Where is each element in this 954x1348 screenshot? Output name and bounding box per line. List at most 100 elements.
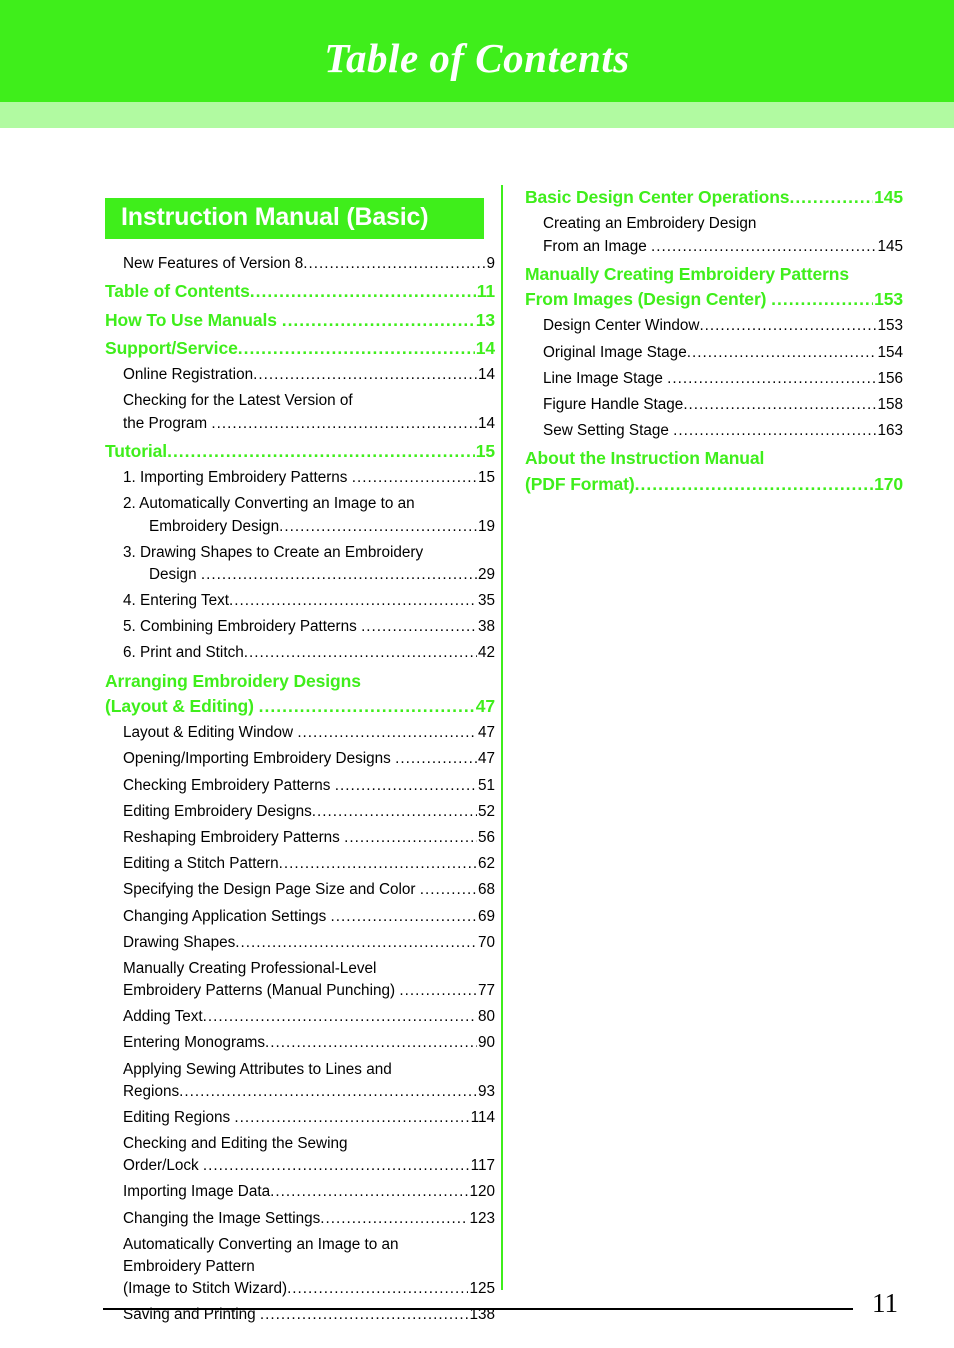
toc-page-number: 11 bbox=[476, 281, 495, 302]
toc-entry[interactable]: Basic Design Center Operations 145 bbox=[525, 185, 903, 210]
toc-page-number: 14 bbox=[475, 337, 495, 358]
toc-entry[interactable]: Design Center Window 153 bbox=[525, 315, 903, 337]
toc-entry-text: Checking and Editing the Sewing bbox=[123, 1135, 348, 1153]
toc-entry-row: Regions 93 bbox=[123, 1081, 495, 1103]
toc-entry[interactable]: Automatically Converting an Image to an E… bbox=[105, 1234, 495, 1301]
toc-entry[interactable]: 4. Entering Text 35 bbox=[105, 590, 495, 612]
toc-column-right: Basic Design Center Operations145 Creatin… bbox=[525, 185, 903, 500]
toc-entry[interactable]: Checking for the Latest Version of the Pr… bbox=[105, 390, 495, 434]
toc-entry[interactable]: Online Registration 14 bbox=[105, 364, 495, 386]
toc-entry[interactable]: Reshaping Embroidery Patterns 56 bbox=[105, 827, 495, 849]
toc-entry-row: Checking Embroidery Patterns 51 bbox=[123, 775, 495, 797]
toc-entry[interactable]: Entering Monograms 90 bbox=[105, 1032, 495, 1054]
toc-entry[interactable]: Sew Setting Stage 163 bbox=[525, 420, 903, 442]
toc-entry-text: Adding Text bbox=[123, 1008, 203, 1026]
dot-leader bbox=[320, 1208, 468, 1230]
toc-entry-text: Embroidery Pattern bbox=[123, 1257, 255, 1275]
dot-leader bbox=[203, 1006, 477, 1028]
toc-page-number: 93 bbox=[477, 1082, 495, 1100]
toc-page-number: 19 bbox=[477, 517, 495, 535]
toc-entry[interactable]: 1. Importing Embroidery Patterns 15 bbox=[105, 467, 495, 489]
toc-entry[interactable]: 2. Automatically Converting an Image to … bbox=[105, 493, 495, 537]
toc-page-number: 69 bbox=[477, 907, 495, 925]
toc-entry-text: Regions bbox=[123, 1082, 180, 1100]
toc-entry-text: Creating an Embroidery Design bbox=[543, 215, 757, 233]
toc-page-number: 117 bbox=[470, 1157, 495, 1175]
toc-entry[interactable]: Applying Sewing Attributes to Lines and R… bbox=[105, 1059, 495, 1103]
toc-entry[interactable]: Figure Handle Stage 158 bbox=[525, 394, 903, 416]
toc-entry[interactable]: 5. Combining Embroidery Patterns 38 bbox=[105, 616, 495, 638]
toc-entry-row: Reshaping Embroidery Patterns 56 bbox=[123, 827, 495, 849]
dot-leader bbox=[279, 516, 477, 538]
toc-entry-row: Original Image Stage 154 bbox=[543, 342, 903, 364]
page-title: Table of Contents bbox=[324, 35, 630, 81]
toc-entry[interactable]: Drawing Shapes 70 bbox=[105, 932, 495, 954]
toc-entry[interactable]: Editing Embroidery Designs 52 bbox=[105, 801, 495, 823]
toc-entry-text: (PDF Format) bbox=[525, 473, 635, 494]
toc-entry-text: Embroidery Design bbox=[149, 517, 280, 535]
toc-entry-row: the Program 14 bbox=[123, 413, 495, 435]
toc-entry-text: Sew Setting Stage bbox=[543, 422, 674, 440]
toc-entry[interactable]: Layout & Editing Window 47 bbox=[105, 722, 495, 744]
toc-entry[interactable]: New Features of Version 8 9 bbox=[105, 253, 495, 275]
toc-page-number: 153 bbox=[877, 317, 903, 335]
toc-entry[interactable]: Importing Image Data 120 bbox=[105, 1181, 495, 1203]
toc-entry[interactable]: Line Image Stage 156 bbox=[525, 368, 903, 390]
dot-leader bbox=[651, 236, 877, 258]
toc-entry[interactable]: Arranging Embroidery Designs (Layout & Ed… bbox=[105, 669, 495, 720]
toc-entry[interactable]: Original Image Stage 154 bbox=[525, 342, 903, 364]
toc-entry[interactable]: Checking and Editing the Sewing Order/Loc… bbox=[105, 1133, 495, 1177]
dot-leader bbox=[312, 801, 477, 823]
toc-entry[interactable]: Editing a Stitch Pattern 62 bbox=[105, 853, 495, 875]
toc-entry-row: How To Use Manuals 13 bbox=[105, 308, 495, 333]
toc-page-number: 170 bbox=[874, 473, 903, 494]
toc-entry-row: 5. Combining Embroidery Patterns 38 bbox=[123, 616, 495, 638]
toc-entry[interactable]: Specifying the Design Page Size and Colo… bbox=[105, 879, 495, 901]
toc-column-left: Instruction Manual (Basic) New Features … bbox=[105, 185, 495, 1330]
toc-entry-row: Editing a Stitch Pattern 62 bbox=[123, 853, 495, 875]
toc-entry-text: Arranging Embroidery Designs bbox=[105, 670, 361, 691]
toc-entry[interactable]: Changing the Image Settings 123 bbox=[105, 1208, 495, 1230]
toc-entry[interactable]: How To Use Manuals 13 bbox=[105, 308, 495, 333]
toc-entry-text: Changing the Image Settings bbox=[123, 1209, 321, 1227]
toc-entry-row: 6. Print and Stitch 42 bbox=[123, 642, 495, 664]
toc-entry-list-left: New Features of Version 8 9 Table of Conte… bbox=[105, 253, 495, 1326]
toc-page-number: 15 bbox=[475, 440, 495, 461]
toc-entry[interactable]: About the Instruction Manual (PDF Format)… bbox=[525, 446, 903, 497]
toc-entry-text: 2. Automatically Converting an Image to … bbox=[123, 495, 415, 513]
toc-entry[interactable]: Adding Text 80 bbox=[105, 1006, 495, 1028]
dot-leader bbox=[179, 1081, 477, 1103]
toc-entry[interactable]: Editing Regions 114 bbox=[105, 1107, 495, 1129]
toc-page-number: 163 bbox=[877, 422, 903, 440]
toc-entry-text: Embroidery Patterns (Manual Punching) bbox=[123, 982, 400, 1000]
toc-entry[interactable]: 3. Drawing Shapes to Create an Embroider… bbox=[105, 542, 495, 586]
toc-entry[interactable]: Tutorial 15 bbox=[105, 439, 495, 464]
toc-entry[interactable]: Manually Creating Professional-Level Embr… bbox=[105, 958, 495, 1002]
toc-entry[interactable]: 6. Print and Stitch 42 bbox=[105, 642, 495, 664]
dot-leader bbox=[635, 472, 873, 497]
toc-entry-text: Opening/Importing Embroidery Designs bbox=[123, 750, 396, 768]
toc-entry-row: 1. Importing Embroidery Patterns 15 bbox=[123, 467, 495, 489]
toc-entry-text: How To Use Manuals bbox=[105, 309, 282, 330]
toc-entry[interactable]: Creating an Embroidery Design From an Ima… bbox=[525, 213, 903, 257]
toc-entry[interactable]: Support/Service 14 bbox=[105, 336, 495, 361]
toc-entry[interactable]: Changing Application Settings 69 bbox=[105, 906, 495, 928]
toc-entry[interactable]: Checking Embroidery Patterns 51 bbox=[105, 775, 495, 797]
dot-leader bbox=[395, 748, 477, 770]
toc-entry[interactable]: Manually Creating Embroidery Patterns Fro… bbox=[525, 262, 903, 313]
toc-entry-text: Table of Contents bbox=[105, 281, 250, 302]
toc-entry-row: Line Image Stage 156 bbox=[543, 368, 903, 390]
toc-page-number: 77 bbox=[477, 982, 495, 1000]
toc-entry-row: Entering Monograms 90 bbox=[123, 1032, 495, 1054]
toc-entry[interactable]: Opening/Importing Embroidery Designs 47 bbox=[105, 748, 495, 770]
toc-entry-text: 4. Entering Text bbox=[123, 592, 230, 610]
toc-page-number: 14 bbox=[477, 414, 495, 432]
toc-entry[interactable]: Table of Contents 11 bbox=[105, 279, 495, 304]
toc-page-number: 153 bbox=[874, 289, 903, 310]
toc-entry-text: About the Instruction Manual bbox=[525, 448, 765, 469]
toc-entry-row: Order/Lock 117 bbox=[123, 1155, 495, 1177]
toc-entry-text: Editing Regions bbox=[123, 1108, 235, 1126]
toc-entry-text: Design Center Window bbox=[543, 317, 700, 335]
toc-entry-row: (Image to Stitch Wizard) 125 bbox=[123, 1278, 495, 1300]
toc-page-number: 29 bbox=[477, 565, 495, 583]
